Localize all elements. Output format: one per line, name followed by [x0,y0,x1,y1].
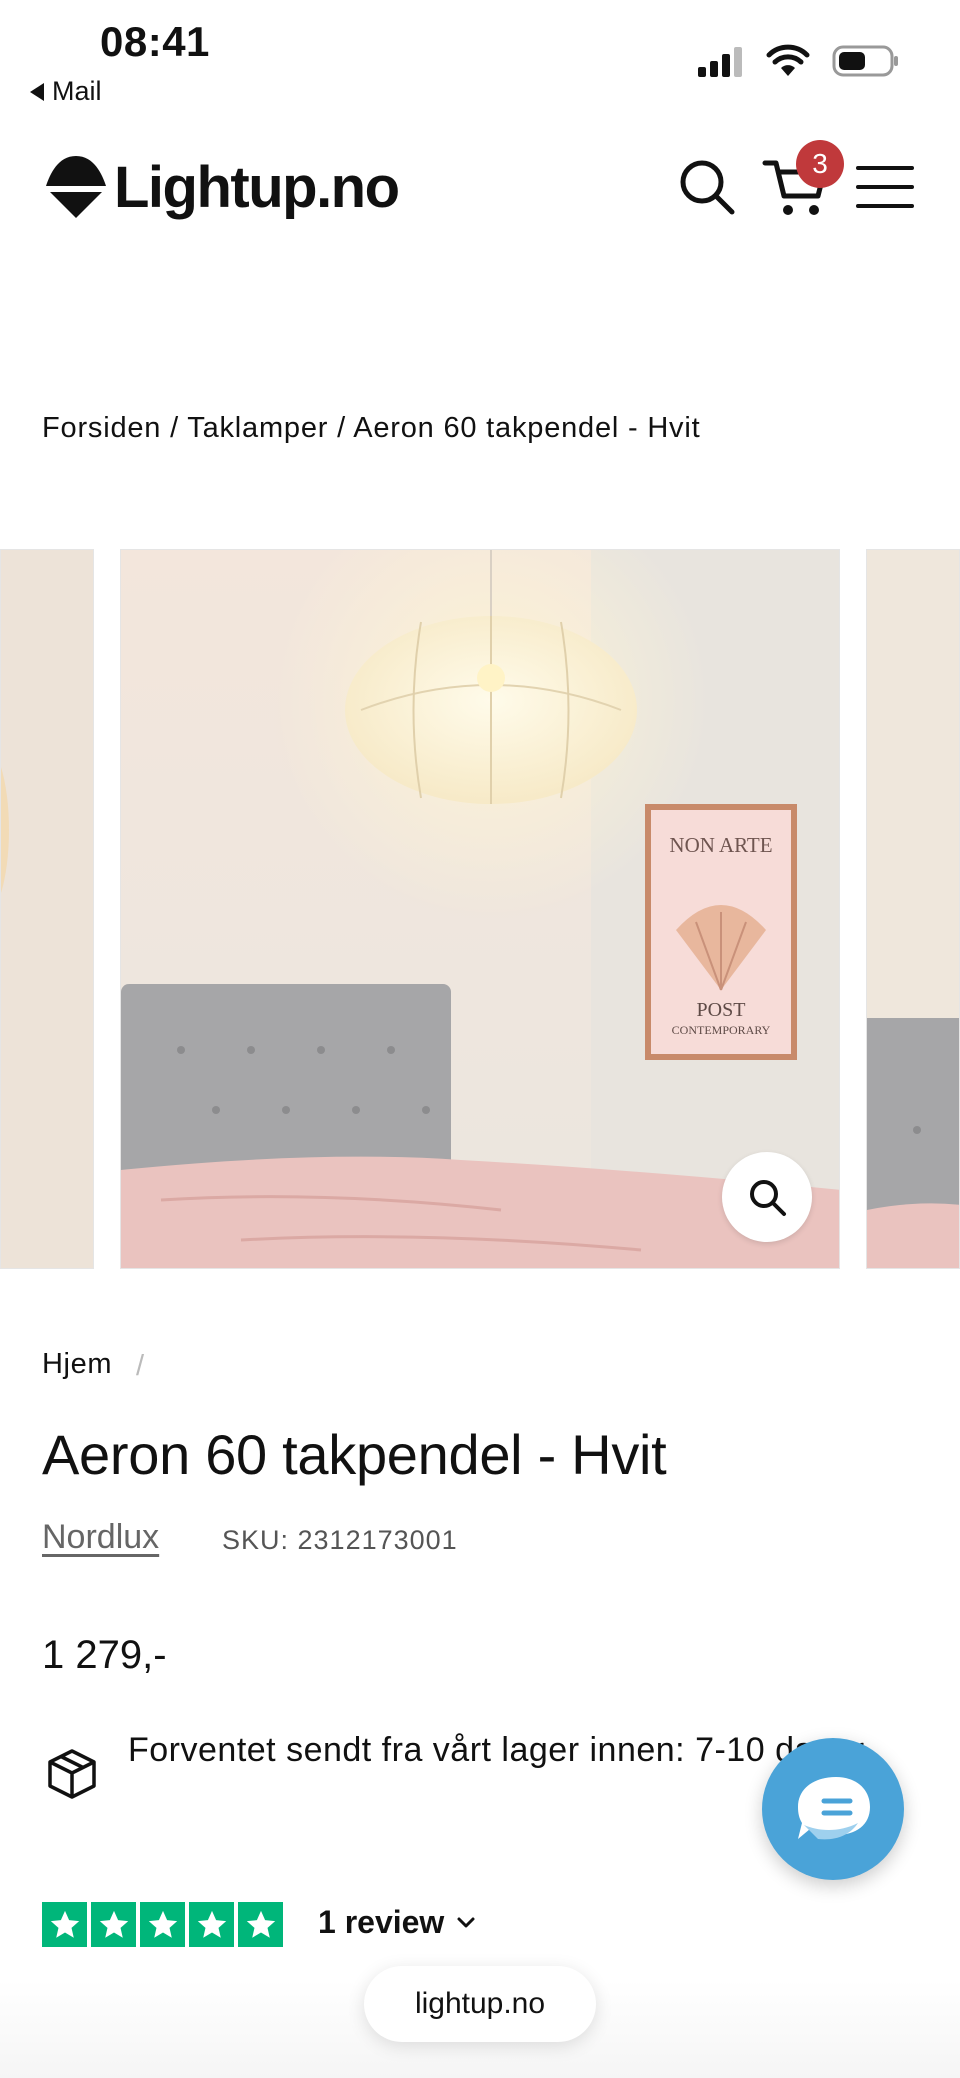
signal-icon [698,47,742,77]
poster-title: NON ARTE [669,833,772,857]
search-icon [680,160,735,215]
star-icon [140,1902,185,1947]
breadcrumb[interactable]: Forsiden / Taklamper / Aeron 60 takpende… [42,412,700,445]
star-icon [189,1902,234,1947]
logo-text: Lightup.no [114,154,400,220]
product-title: Aeron 60 takpendel - Hvit [42,1423,667,1486]
back-label: Mail [52,76,102,106]
search-button[interactable] [678,158,736,221]
shipping-info-icon-wrap [46,1748,98,1805]
product-image-main: NON ARTE POST CONTEMPORARY [121,550,839,1268]
reviews-toggle[interactable]: 1 review [318,1904,476,1941]
product-image-next [867,550,959,1268]
star-icon [91,1902,136,1947]
package-icon [48,1749,96,1799]
hamburger-menu-icon [856,166,914,208]
menu-button[interactable] [856,164,914,215]
cart-count-badge: 3 [796,140,844,188]
browser-url-pill[interactable]: lightup.no [364,1966,596,2042]
site-logo[interactable]: Lightup.no [44,152,400,222]
trustpilot-stars[interactable] [42,1902,283,1947]
poster-contemporary: CONTEMPORARY [672,1023,771,1037]
gallery-slide-next[interactable] [866,549,960,1269]
vendor-link[interactable]: Nordlux [42,1518,159,1557]
product-price: 1 279,- [42,1633,167,1677]
shipping-estimate: Forventet sendt fra vårt lager innen: 7-… [128,1731,865,1769]
zoom-search-icon [750,1180,786,1216]
poster-post: POST [697,999,746,1021]
chevron-down-icon [457,1917,475,1927]
chat-widget-button[interactable] [762,1738,904,1880]
product-breadcrumb-home[interactable]: Hjem [42,1348,112,1381]
product-sku: SKU: 2312173001 [222,1525,458,1555]
status-icons [696,44,900,78]
product-image-previous [1,550,93,1268]
star-icon [42,1902,87,1947]
gallery-slide-previous[interactable] [0,549,94,1269]
product-breadcrumb-separator: / [136,1350,145,1382]
star-icon [238,1902,283,1947]
wifi-icon [766,44,810,76]
zoom-button[interactable] [722,1152,812,1242]
lamp-logo-icon [46,156,106,218]
battery-icon [832,45,898,77]
back-arrow-icon [30,82,44,101]
back-to-mail-link[interactable]: Mail [30,76,102,107]
gallery-slide-main[interactable]: NON ARTE POST CONTEMPORARY [120,549,840,1269]
status-time: 08:41 [100,18,210,65]
chat-icon [798,1777,870,1840]
review-count: 1 review [318,1904,445,1940]
